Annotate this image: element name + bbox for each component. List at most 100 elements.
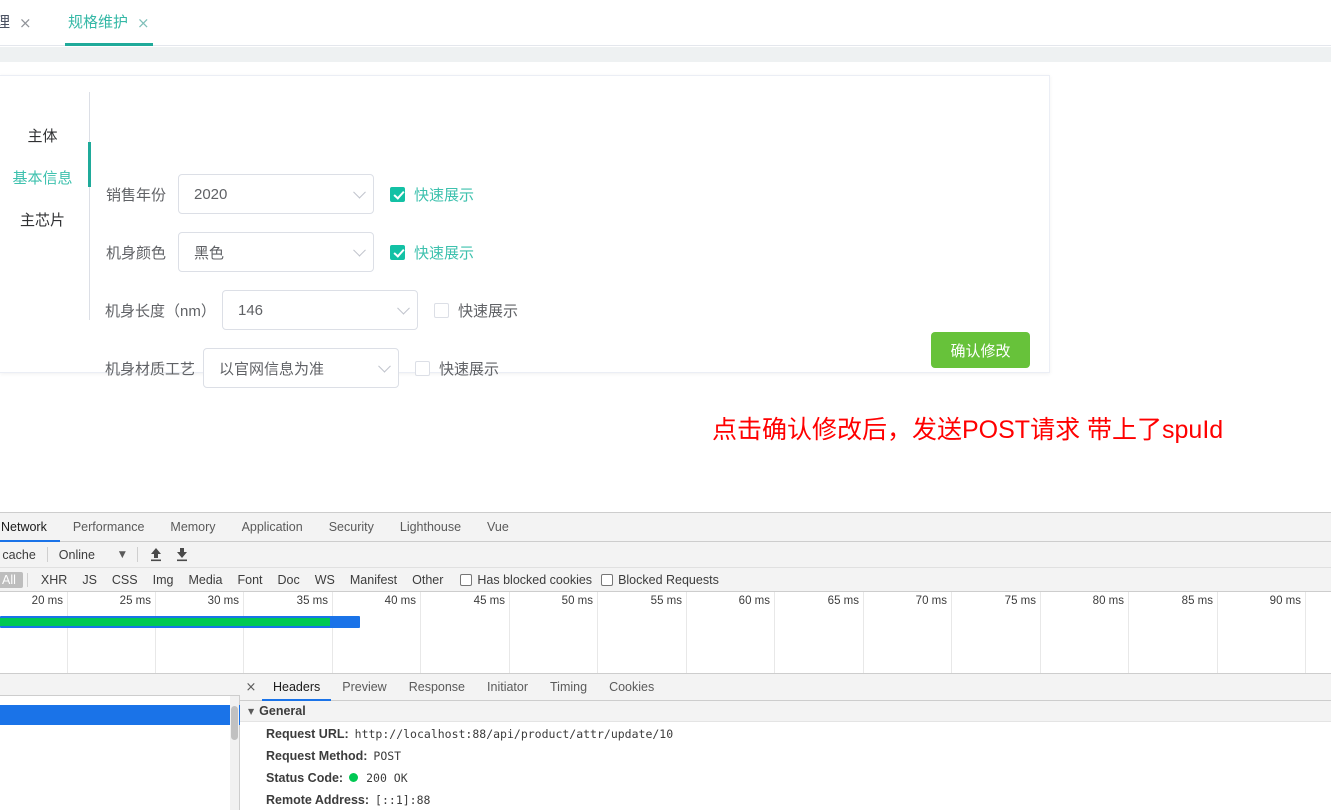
tab-network[interactable]: Network [0, 513, 60, 542]
request-list-scrollbar[interactable] [230, 696, 239, 810]
checkbox-box[interactable] [415, 360, 430, 376]
step-item-basic-info[interactable]: 基本信息 [0, 167, 85, 188]
filter-img[interactable]: Img [146, 572, 181, 588]
scrollbar-thumb[interactable] [231, 706, 238, 740]
close-icon[interactable]: × [19, 15, 32, 31]
tab-cookies[interactable]: Cookies [598, 674, 665, 701]
tab-initiator[interactable]: Initiator [476, 674, 539, 701]
filter-doc[interactable]: Doc [271, 572, 307, 588]
detail-key: Request URL: [266, 727, 349, 741]
select-value: 以官网信息为准 [219, 360, 325, 378]
form-label: 机身长度（nm） [105, 302, 216, 320]
timeline-tick-label: 90 ms [1269, 595, 1301, 607]
export-har-icon[interactable] [175, 547, 189, 562]
tab-headers[interactable]: Headers [262, 674, 332, 701]
checkbox-quick-display-body-length[interactable]: 快速展示 [434, 300, 518, 321]
checkbox-box[interactable] [434, 302, 449, 318]
timeline-tick-label: 45 ms [473, 595, 505, 607]
timeline-tick: 55 ms [598, 592, 687, 673]
select-body-color[interactable]: 黑色 [178, 232, 374, 272]
chevron-down-icon [353, 185, 366, 199]
close-icon[interactable]: × [240, 680, 262, 695]
filter-all[interactable]: All [0, 571, 23, 588]
confirm-modify-button[interactable]: 确认修改 [931, 332, 1030, 368]
checkbox-label: Blocked Requests [618, 572, 719, 587]
throttle-select[interactable]: Online [59, 548, 95, 562]
filter-css[interactable]: CSS [105, 572, 145, 588]
checkbox-box[interactable] [460, 573, 473, 586]
checkbox-quick-display-body-material[interactable]: 快速展示 [415, 358, 499, 379]
select-sales-year[interactable]: 2020 [178, 174, 374, 214]
checkbox-label: 快速展示 [414, 186, 475, 204]
import-har-icon[interactable] [149, 547, 163, 562]
chevron-down-icon[interactable]: ▼ [119, 550, 126, 560]
tab-item-partial[interactable]: 理 × [0, 0, 45, 46]
request-list-header [0, 674, 240, 696]
tab-response[interactable]: Response [398, 674, 476, 701]
chevron-down-icon[interactable]: ▼ [248, 707, 254, 716]
checkbox-box[interactable] [390, 186, 405, 202]
timeline-tick: 80 ms [1041, 592, 1129, 673]
timeline-tick: 35 ms [244, 592, 333, 673]
step-nav: 主体 基本信息 主芯片 [0, 92, 85, 337]
checkbox-label: 快速展示 [439, 360, 500, 378]
tab-vue[interactable]: Vue [474, 513, 522, 542]
filter-divider [26, 572, 28, 587]
form-label: 机身颜色 [105, 244, 166, 262]
devtools-network-toolbar: e cache Online ▼ [0, 542, 1331, 568]
filter-other[interactable]: Other [405, 572, 450, 588]
step-nav-active-indicator [88, 142, 91, 187]
network-overview-timeline[interactable]: 20 ms 25 ms 30 ms 35 ms 40 ms 45 ms 50 m… [0, 592, 1331, 674]
filter-media[interactable]: Media [181, 572, 229, 588]
devtools-tab-bar: Network Performance Memory Application S… [0, 513, 1331, 542]
checkbox-blocked-requests[interactable]: Blocked Requests [601, 573, 719, 587]
tab-security[interactable]: Security [316, 513, 387, 542]
checkbox-quick-display-sales-year[interactable]: 快速展示 [390, 184, 474, 205]
timeline-tick: 40 ms [333, 592, 421, 673]
filter-js[interactable]: JS [75, 572, 104, 588]
tab-performance[interactable]: Performance [60, 513, 158, 542]
tab-preview[interactable]: Preview [331, 674, 397, 701]
timeline-tick-label: 80 ms [1092, 595, 1124, 607]
checkbox-quick-display-body-color[interactable]: 快速展示 [390, 242, 474, 263]
timeline-request-bar-loading [0, 617, 330, 626]
tab-timing[interactable]: Timing [539, 674, 598, 701]
request-list-selected-row[interactable] [0, 705, 240, 725]
timeline-tick: 70 ms [864, 592, 952, 673]
form-row-body-length: 机身长度（nm） 146 快速展示 [105, 290, 518, 330]
filter-manifest[interactable]: Manifest [343, 572, 404, 588]
detail-key: Remote Address: [266, 793, 370, 807]
detail-key: Request Method: [266, 749, 368, 763]
tab-lighthouse[interactable]: Lighthouse [387, 513, 474, 542]
select-body-length[interactable]: 146 [222, 290, 418, 330]
timeline-tick-label: 65 ms [827, 595, 859, 607]
timeline-tick-label: 25 ms [119, 595, 151, 607]
checkbox-has-blocked-cookies[interactable]: Has blocked cookies [460, 573, 592, 587]
disable-cache-label[interactable]: e cache [0, 548, 36, 562]
timeline-tick: 60 ms [687, 592, 775, 673]
step-item-subject[interactable]: 主体 [0, 125, 85, 146]
filter-font[interactable]: Font [231, 572, 270, 588]
filter-ws[interactable]: WS [308, 572, 342, 588]
checkbox-label: Has blocked cookies [477, 572, 593, 587]
general-section-title: General [259, 704, 306, 718]
filter-xhr[interactable]: XHR [34, 572, 74, 588]
checkbox-box[interactable] [601, 573, 614, 586]
general-section-header[interactable]: ▼ General [240, 701, 1331, 722]
detail-row-request-url: Request URL: http://localhost:88/api/pro… [266, 727, 673, 741]
tab-application[interactable]: Application [229, 513, 316, 542]
annotation-text: 点击确认修改后，发送POST请求 带上了spuId [712, 416, 1224, 444]
close-icon[interactable]: × [137, 15, 150, 31]
detail-value[interactable]: http://localhost:88/api/product/attr/upd… [355, 727, 674, 741]
select-body-material[interactable]: 以官网信息为准 [203, 348, 399, 388]
select-value: 黑色 [194, 244, 225, 262]
tab-memory[interactable]: Memory [157, 513, 228, 542]
step-item-main-chip[interactable]: 主芯片 [0, 209, 85, 230]
form-label: 机身材质工艺 [105, 360, 196, 378]
timeline-tick-label: 35 ms [296, 595, 328, 607]
network-request-list[interactable] [0, 674, 240, 810]
checkbox-box[interactable] [390, 244, 405, 260]
tab-item-spec-maintenance[interactable]: 规格维护 × [55, 0, 163, 46]
detail-row-request-method: Request Method: POST [266, 749, 401, 763]
detail-value: POST [373, 749, 402, 763]
